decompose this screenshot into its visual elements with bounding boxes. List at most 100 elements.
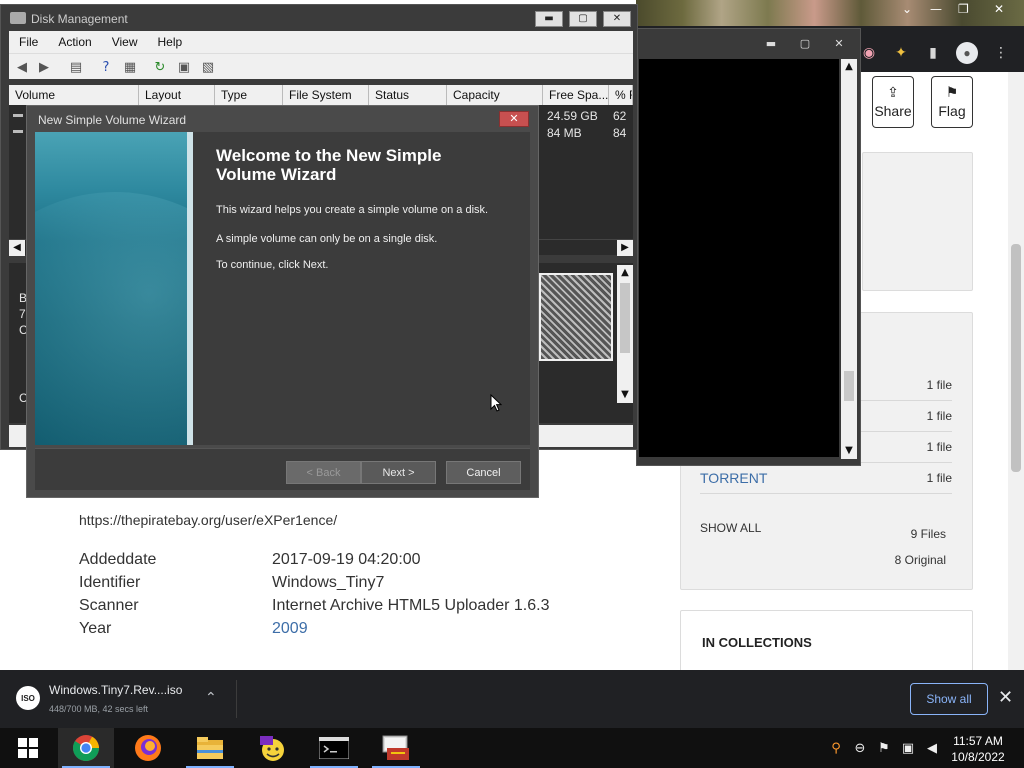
wizard-heading: Welcome to the New Simple Volume Wizard [216,146,442,184]
puzzle-icon[interactable]: ✦ [892,44,910,62]
taskbar: ⚲ ⊖ ⚑ ▣ ◀ 11:57 AM 10/8/2022 [0,728,1024,768]
unallocated-partition[interactable] [539,273,613,361]
help-icon[interactable]: ? [97,58,115,76]
column-layout[interactable]: Layout [139,85,215,105]
year-link[interactable]: 2009 [272,620,308,638]
sidebar-icon[interactable]: ▮ [924,44,942,62]
minimize-icon[interactable]: ▬ [535,11,563,27]
yahoo-messenger-icon [260,736,284,761]
scroll-down-icon[interactable]: ▼ [617,387,633,403]
taskbar-firefox[interactable] [120,728,176,768]
wizard-footer: < Back Next > Cancel [35,448,530,490]
wizard-body: Welcome to the New Simple Volume Wizard … [35,132,530,445]
taskbar-computer-management[interactable] [368,728,424,768]
show-all-button[interactable]: Show all [910,683,988,715]
next-button[interactable]: Next > [361,461,436,484]
clock-date[interactable]: 10/8/2022 [948,750,1008,764]
page-scrollbar[interactable] [1008,72,1024,670]
window-title: Disk Management [31,12,128,26]
windows-logo-icon [18,738,38,758]
taskbar-yahoo-messenger[interactable] [244,728,300,768]
disk-management-titlebar[interactable]: Disk Management ▬ ▢ ✕ [1,5,637,31]
clock-time[interactable]: 11:57 AM [948,734,1008,748]
console-tree-icon[interactable]: ▤ [67,58,85,76]
search-tray-icon[interactable]: ⚲ [828,740,844,756]
column-free-space[interactable]: Free Spa... [543,85,609,105]
close-icon[interactable]: ✕ [603,11,631,27]
action-center-flag-icon[interactable]: ⚑ [876,740,892,756]
scrollbar-thumb[interactable] [620,283,630,353]
minimize-icon[interactable]: ▬ [759,37,783,51]
console-titlebar[interactable]: ▬ ▢ ✕ [637,29,860,59]
new-simple-volume-wizard: New Simple Volume Wizard ✕ Welcome to th… [26,105,539,498]
network-icon[interactable]: ▣ [900,740,916,756]
chevron-up-icon[interactable]: ⌃ [205,690,217,706]
scroll-left-icon[interactable]: ◀ [9,240,25,256]
column-type[interactable]: Type [215,85,283,105]
close-icon[interactable]: ✕ [827,37,851,51]
flag-extension-icon[interactable]: ◉ [860,44,878,62]
column-percent-free[interactable]: % F [609,85,633,105]
console-scrollbar[interactable]: ▲ ▼ [841,59,857,459]
close-icon[interactable]: ✕ [998,687,1013,708]
cancel-button[interactable]: Cancel [446,461,521,484]
rescan-disks-icon[interactable]: ▧ [199,58,217,76]
maximize-icon[interactable]: ▢ [569,11,597,27]
menu-help[interactable]: Help [148,31,193,53]
metadata-row: Scanner Internet Archive HTML5 Uploader … [79,597,550,614]
taskbar-file-explorer[interactable] [182,728,238,768]
start-button[interactable] [0,728,56,768]
minus-circle-tray-icon[interactable]: ⊖ [852,740,868,756]
menu-action[interactable]: Action [48,31,101,53]
menu-view[interactable]: View [102,31,148,53]
flag-button[interactable]: ⚑ Flag [931,76,973,128]
show-all-link[interactable]: SHOW ALL [700,521,761,535]
scrollbar-thumb[interactable] [1011,244,1021,472]
download-file-name[interactable]: Windows.Tiny7.Rev....iso [49,683,182,697]
forward-arrow-icon[interactable]: ▶ [35,58,53,76]
refresh-icon[interactable]: ↻ [151,58,169,76]
column-file-system[interactable]: File System [283,85,369,105]
mouse-cursor-icon [490,394,502,412]
restore-icon[interactable]: ❐ [958,2,969,16]
console-output[interactable] [639,59,839,457]
download-status: 448/700 MB, 42 secs left [49,704,149,714]
action-pane-icon[interactable]: ▦ [121,58,139,76]
console-window: ▬ ▢ ✕ ▲ ▼ [636,28,861,466]
iso-file-icon: ISO [16,686,40,710]
column-volume[interactable]: Volume [9,85,139,105]
back-button[interactable]: < Back [286,461,361,484]
side-panel-top [862,152,973,291]
wizard-titlebar[interactable]: New Simple Volume Wizard ✕ [27,106,538,132]
toolbar: ◀ ▶ ▤ ? ▦ ↻ ▣ ▧ [9,53,633,79]
column-capacity[interactable]: Capacity [447,85,543,105]
close-icon[interactable]: ✕ [994,2,1004,16]
column-headers: Volume Layout Type File System Status Ca… [9,85,633,105]
scroll-up-icon[interactable]: ▲ [617,265,633,281]
taskbar-command-prompt[interactable] [306,728,362,768]
volume-icon[interactable]: ◀ [924,740,940,756]
share-button[interactable]: ⇪ Share [872,76,914,128]
chevron-down-icon[interactable]: ⌄ [902,2,912,16]
taskbar-chrome[interactable] [58,728,114,768]
minimize-icon[interactable]: — [930,2,942,16]
close-icon[interactable]: ✕ [499,111,529,127]
scroll-down-icon[interactable]: ▼ [841,443,857,459]
computer-management-icon [382,735,409,760]
share-label: Share [874,103,912,119]
scrollbar-thumb[interactable] [844,371,854,401]
download-option-torrent[interactable]: TORRENT 1 file [700,463,952,494]
menu-file[interactable]: File [9,31,48,53]
properties-icon[interactable]: ▣ [175,58,193,76]
browser-extension-icons: ◉ ✦ ▮ ● ⋮ [860,38,1010,68]
metadata-row: Year 2009 [79,620,308,638]
flag-label: Flag [938,103,966,119]
scroll-right-icon[interactable]: ▶ [617,240,633,256]
column-status[interactable]: Status [369,85,447,105]
scroll-up-icon[interactable]: ▲ [841,59,857,75]
back-arrow-icon[interactable]: ◀ [13,58,31,76]
vertical-scrollbar[interactable]: ▲ ▼ [617,265,633,403]
maximize-icon[interactable]: ▢ [793,37,817,51]
menu-kebab-icon[interactable]: ⋮ [992,44,1010,62]
profile-avatar[interactable]: ● [956,42,978,64]
